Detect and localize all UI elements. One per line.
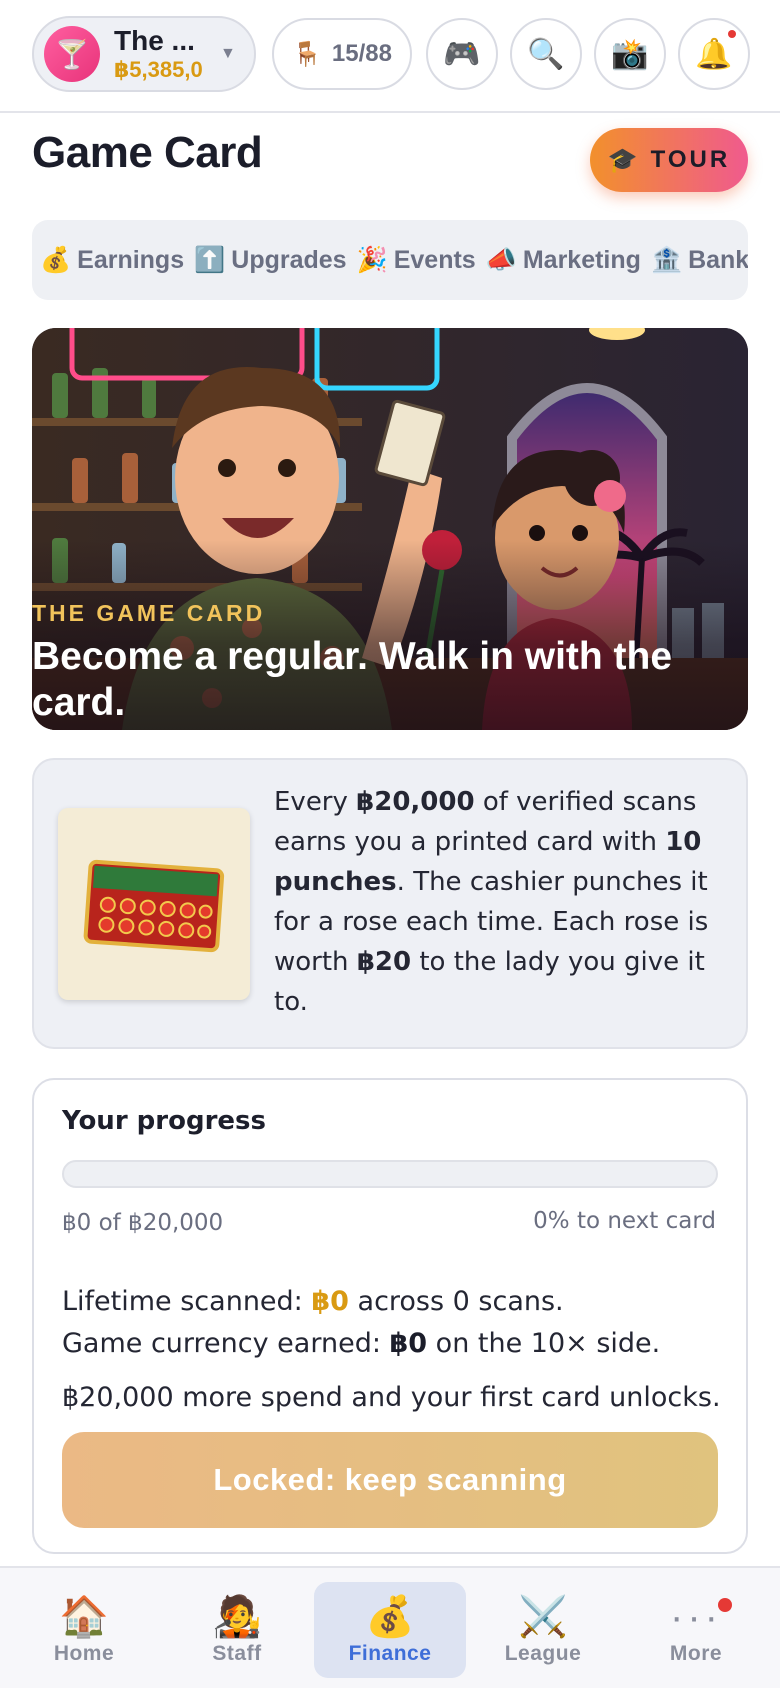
- progress-amount: ฿0 of ฿20,000: [62, 1210, 224, 1236]
- nav-finance[interactable]: 💰 Finance: [314, 1582, 466, 1678]
- tab-label: Earnings: [77, 245, 185, 274]
- lifetime-scanned-value: ฿0: [311, 1286, 349, 1317]
- camera-button[interactable]: 📸: [594, 18, 666, 90]
- stat-label: Game currency earned:: [62, 1328, 390, 1359]
- tour-label: TOUR: [650, 146, 731, 173]
- hero-headline: Become a regular. Walk in with the card.: [32, 635, 673, 724]
- venue-info: The ... ฿5,385,0: [114, 25, 208, 83]
- tab-events[interactable]: 🎉 Events: [357, 246, 476, 275]
- bank-icon: 🏦: [650, 245, 683, 274]
- nav-home[interactable]: 🏠 Home: [8, 1582, 160, 1678]
- nav-label: Staff: [212, 1642, 262, 1665]
- nav-more[interactable]: ··· More: [620, 1582, 772, 1678]
- tour-button[interactable]: 🎓 TOUR: [590, 128, 748, 192]
- more-dots-icon: ···: [670, 1595, 722, 1639]
- tab-earnings[interactable]: 💰 Earnings: [40, 246, 184, 275]
- progress-card: Your progress ฿0 of ฿20,000 0% to next c…: [32, 1078, 748, 1554]
- money-bag-icon: 💰: [365, 1595, 415, 1639]
- nav-label: Finance: [348, 1642, 432, 1665]
- camera-icon: 📸: [611, 37, 649, 71]
- notification-dot: [718, 1598, 732, 1612]
- crossed-swords-icon: ⚔️: [518, 1595, 568, 1639]
- notification-dot: [728, 30, 736, 38]
- gamepad-icon: 🎮: [443, 37, 481, 71]
- notifications-button[interactable]: 🔔: [678, 18, 750, 90]
- nav-label: Home: [53, 1642, 115, 1665]
- stat-suffix: across 0 scans.: [348, 1286, 564, 1317]
- game-card-image: [58, 808, 250, 1000]
- seat-counter[interactable]: 🪑 15/88: [272, 18, 412, 90]
- nav-label: League: [504, 1642, 582, 1665]
- party-popper-icon: 🎉: [356, 245, 388, 274]
- currency-earned-line: Game currency earned: ฿0 on the 10× side…: [62, 1328, 660, 1359]
- megaphone-icon: 📣: [485, 245, 517, 274]
- top-bar: 🍸 The ... ฿5,385,0 ▼ 🪑 15/88 🎮 🔍 📸 🔔: [0, 0, 780, 113]
- currency-earned-value: ฿0: [389, 1328, 428, 1359]
- info-text-part: Every: [274, 787, 357, 817]
- finance-tabs[interactable]: 💰 Earnings ⬆️ Upgrades 🎉 Events 📣 Marketing …: [32, 220, 748, 300]
- rose-value: ฿20: [356, 947, 412, 977]
- tab-marketing[interactable]: 📣 Marketing: [486, 246, 641, 275]
- cocktail-glass-icon: 🍸: [44, 26, 100, 82]
- staff-person-icon: 🧑‍🎤: [212, 1595, 262, 1639]
- punch-card-illustration: [83, 859, 225, 953]
- hero-banner: THE GAME CARD Become a regular. Walk in …: [32, 328, 748, 730]
- progress-percent: 0% to next card: [533, 1208, 716, 1234]
- bell-icon: 🔔: [695, 37, 733, 71]
- house-icon: 🏠: [59, 1595, 109, 1639]
- tab-label: Banking: [688, 245, 748, 274]
- progress-title: Your progress: [62, 1106, 267, 1136]
- nav-label: More: [669, 1642, 723, 1665]
- caret-down-icon: ▼: [220, 45, 236, 62]
- money-bag-icon: 💰: [40, 245, 72, 274]
- up-arrow-icon: ⬆️: [194, 245, 226, 274]
- tab-label: Marketing: [522, 245, 641, 274]
- venue-switcher[interactable]: 🍸 The ... ฿5,385,0 ▼: [32, 16, 256, 92]
- tab-label: Events: [393, 245, 476, 274]
- tab-banking[interactable]: 🏦Banking: [651, 246, 748, 275]
- remaining-spend-line: ฿20,000 more spend and your first card u…: [62, 1382, 721, 1413]
- progress-bar: [62, 1160, 718, 1188]
- locked-keep-scanning-button[interactable]: Locked: keep scanning: [62, 1432, 718, 1528]
- bottom-navigation: 🏠 Home 🧑‍🎤 Staff 💰 Finance ⚔️ League ···…: [0, 1566, 780, 1688]
- venue-name: The ...: [114, 25, 195, 56]
- games-button[interactable]: 🎮: [426, 18, 498, 90]
- nav-staff[interactable]: 🧑‍🎤 Staff: [161, 1582, 313, 1678]
- game-card-info: Every ฿20,000 of verified scans earns yo…: [32, 758, 748, 1049]
- search-icon: 🔍: [527, 37, 565, 71]
- graduation-cap-icon: 🎓: [607, 146, 641, 174]
- hero-eyebrow: THE GAME CARD: [32, 600, 266, 626]
- chair-icon: 🪑: [292, 40, 322, 68]
- lifetime-scanned-line: Lifetime scanned: ฿0 across 0 scans.: [62, 1286, 564, 1317]
- tab-upgrades[interactable]: ⬆️ Upgrades: [194, 246, 346, 275]
- page-title: Game Card: [32, 128, 263, 177]
- stat-suffix: on the 10× side.: [427, 1328, 661, 1359]
- seat-count: 15/88: [331, 40, 392, 67]
- stat-label: Lifetime scanned:: [62, 1286, 312, 1317]
- game-card-description: Every ฿20,000 of verified scans earns yo…: [274, 782, 734, 1022]
- tab-label: Upgrades: [231, 245, 347, 274]
- venue-balance: ฿5,385,0: [114, 57, 203, 82]
- nav-league[interactable]: ⚔️ League: [467, 1582, 619, 1678]
- card-threshold-amount: ฿20,000: [356, 787, 475, 817]
- search-button[interactable]: 🔍: [510, 18, 582, 90]
